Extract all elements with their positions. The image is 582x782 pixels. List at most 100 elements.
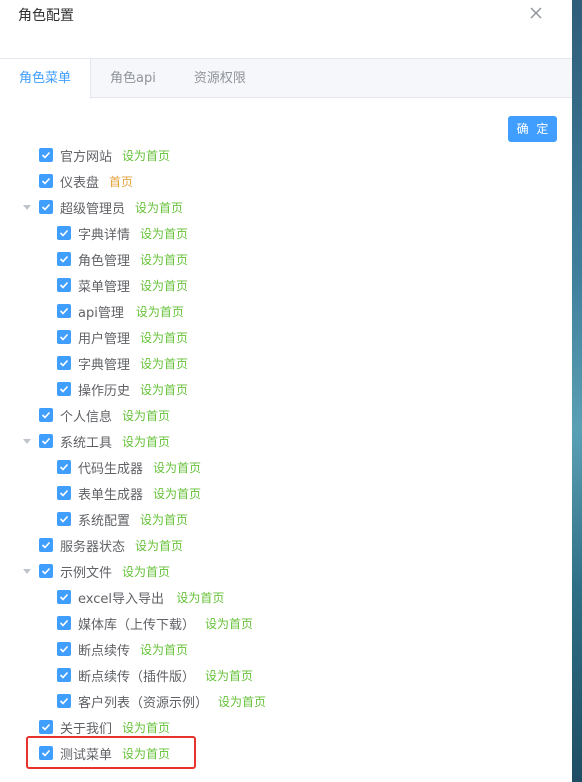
tree-node-checkbox[interactable] [57, 616, 71, 630]
set-home-link[interactable]: 设为首页 [122, 407, 170, 424]
tree-node[interactable]: 表单生成器 设为首页 [0, 480, 572, 506]
tab-role-menu[interactable]: 角色菜单 [0, 59, 92, 99]
tree-node[interactable]: 官方网站 设为首页 [0, 142, 572, 168]
tree-node-checkbox[interactable] [57, 512, 71, 526]
tree-node-checkbox[interactable] [39, 174, 53, 188]
tree-node[interactable]: 操作历史 设为首页 [0, 376, 572, 402]
close-icon[interactable] [528, 5, 544, 21]
tree-node-checkbox[interactable] [57, 590, 71, 604]
tree-node-checkbox[interactable] [39, 538, 53, 552]
tree-node-label: 服务器状态 [60, 540, 126, 555]
set-home-link[interactable]: 设为首页 [140, 381, 188, 398]
tree-node[interactable]: 菜单管理 设为首页 [0, 272, 572, 298]
tree-node-checkbox[interactable] [57, 278, 71, 292]
tree-node-checkbox[interactable] [57, 382, 71, 396]
tree-node-checkbox[interactable] [39, 746, 53, 760]
tree-node[interactable]: 断点续传 设为首页 [0, 636, 572, 662]
tree-node[interactable]: 服务器状态 设为首页 [0, 532, 572, 558]
check-icon [59, 619, 69, 627]
check-icon [41, 411, 51, 419]
tree-node-checkbox[interactable] [39, 434, 53, 448]
check-icon [59, 281, 69, 289]
tree-node[interactable]: 关于我们 设为首页 [0, 714, 572, 740]
tree-node-checkbox[interactable] [39, 720, 53, 734]
set-home-link[interactable]: 设为首页 [176, 589, 224, 606]
tree-node[interactable]: 字典管理 设为首页 [0, 350, 572, 376]
tree-node[interactable]: 系统工具 设为首页 [0, 428, 572, 454]
tree-node-checkbox[interactable] [57, 252, 71, 266]
check-icon [59, 489, 69, 497]
tree-node[interactable]: 客户列表（资源示例） 设为首页 [0, 688, 572, 714]
check-icon [59, 229, 69, 237]
tab-role-api[interactable]: 角色api [91, 59, 175, 98]
tree-node-checkbox[interactable] [57, 226, 71, 240]
set-home-link[interactable]: 设为首页 [218, 693, 266, 710]
tree-node-checkbox[interactable] [57, 304, 71, 318]
confirm-button[interactable]: 确 定 [508, 116, 557, 142]
tree-node-label: 测试菜单 [60, 748, 113, 763]
tree-node-checkbox[interactable] [39, 148, 53, 162]
tree-node[interactable]: 超级管理员 设为首页 [0, 194, 572, 220]
check-icon [41, 203, 51, 211]
tree-node-label: 官方网站 [60, 150, 113, 165]
tree-node[interactable]: api管理 设为首页 [0, 298, 572, 324]
tree-node-label: 用户管理 [78, 332, 131, 347]
role-config-dialog: 角色配置 角色菜单 角色api 资源权限 确 定 官方网站 设为首页 仪表盘 首页 超级… [0, 0, 572, 782]
tree-node-label: 示例文件 [60, 566, 113, 581]
set-home-link[interactable]: 设为首页 [122, 719, 170, 736]
tab-resource-permission[interactable]: 资源权限 [175, 59, 265, 98]
tree-node-checkbox[interactable] [39, 564, 53, 578]
tree-node-label: 菜单管理 [78, 280, 131, 295]
tree-node-checkbox[interactable] [57, 668, 71, 682]
tree-node-label: 超级管理员 [60, 202, 126, 217]
tree-node[interactable]: 代码生成器 设为首页 [0, 454, 572, 480]
set-home-link[interactable]: 设为首页 [140, 251, 188, 268]
dialog-header: 角色配置 [0, 0, 572, 58]
caret-down-icon[interactable] [23, 569, 31, 574]
tree-node-label: 系统工具 [60, 436, 113, 451]
set-home-link[interactable]: 设为首页 [140, 641, 188, 658]
tree-node[interactable]: 系统配置 设为首页 [0, 506, 572, 532]
tree-node-checkbox[interactable] [57, 486, 71, 500]
set-home-link[interactable]: 设为首页 [122, 745, 170, 762]
tree-node-label: 断点续传 [78, 644, 131, 659]
set-home-link[interactable]: 设为首页 [153, 459, 201, 476]
caret-down-icon[interactable] [23, 205, 31, 210]
tree-node[interactable]: 媒体库（上传下载） 设为首页 [0, 610, 572, 636]
set-home-link[interactable]: 设为首页 [140, 225, 188, 242]
set-home-link[interactable]: 设为首页 [136, 303, 184, 320]
tree-node[interactable]: 个人信息 设为首页 [0, 402, 572, 428]
tree-node-checkbox[interactable] [57, 460, 71, 474]
check-icon [41, 749, 51, 757]
tree-node[interactable]: 示例文件 设为首页 [0, 558, 572, 584]
tree-node[interactable]: 仪表盘 首页 [0, 168, 572, 194]
tree-node[interactable]: 测试菜单 设为首页 [0, 740, 572, 766]
caret-down-icon[interactable] [23, 439, 31, 444]
tree-node-checkbox[interactable] [57, 694, 71, 708]
tree-node[interactable]: 角色管理 设为首页 [0, 246, 572, 272]
tree-node[interactable]: 用户管理 设为首页 [0, 324, 572, 350]
tree-node-checkbox[interactable] [39, 408, 53, 422]
set-home-link[interactable]: 设为首页 [122, 563, 170, 580]
set-home-link[interactable]: 设为首页 [140, 355, 188, 372]
tree-node[interactable]: 字典详情 设为首页 [0, 220, 572, 246]
set-home-link[interactable]: 设为首页 [122, 433, 170, 450]
tab-bar: 角色菜单 角色api 资源权限 [0, 58, 572, 99]
set-home-link[interactable]: 设为首页 [205, 667, 253, 684]
tree-node-checkbox[interactable] [57, 356, 71, 370]
set-home-link[interactable]: 设为首页 [140, 511, 188, 528]
set-home-link[interactable]: 设为首页 [153, 485, 201, 502]
tree-node-checkbox[interactable] [39, 200, 53, 214]
check-icon [59, 593, 69, 601]
set-home-link[interactable]: 设为首页 [140, 277, 188, 294]
tree-node[interactable]: 断点续传（插件版） 设为首页 [0, 662, 572, 688]
set-home-link[interactable]: 设为首页 [135, 199, 183, 216]
tree-node[interactable]: excel导入导出 设为首页 [0, 584, 572, 610]
tree-node-checkbox[interactable] [57, 642, 71, 656]
set-home-link[interactable]: 设为首页 [205, 615, 253, 632]
tree-node-label: 仪表盘 [60, 176, 100, 191]
set-home-link[interactable]: 设为首页 [135, 537, 183, 554]
tree-node-checkbox[interactable] [57, 330, 71, 344]
set-home-link[interactable]: 设为首页 [122, 147, 170, 164]
set-home-link[interactable]: 设为首页 [140, 329, 188, 346]
